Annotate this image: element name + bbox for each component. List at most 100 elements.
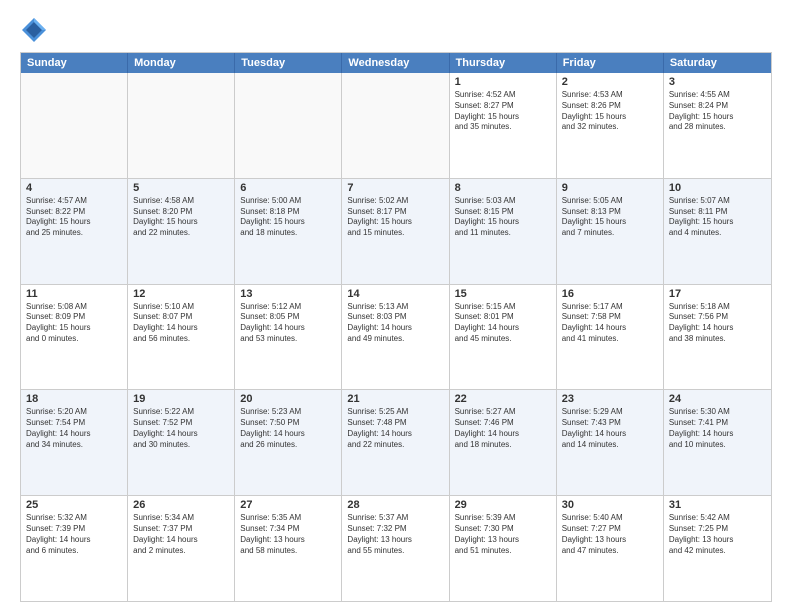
- day-number: 18: [26, 393, 122, 405]
- day-number: 17: [669, 288, 766, 300]
- day-cell-12: 12Sunrise: 5:10 AM Sunset: 8:07 PM Dayli…: [128, 285, 235, 390]
- cell-info: Sunrise: 5:05 AM Sunset: 8:13 PM Dayligh…: [562, 196, 658, 239]
- cell-info: Sunrise: 5:13 AM Sunset: 8:03 PM Dayligh…: [347, 302, 443, 345]
- cell-info: Sunrise: 4:58 AM Sunset: 8:20 PM Dayligh…: [133, 196, 229, 239]
- day-number: 27: [240, 499, 336, 511]
- day-cell-25: 25Sunrise: 5:32 AM Sunset: 7:39 PM Dayli…: [21, 496, 128, 601]
- cell-info: Sunrise: 4:55 AM Sunset: 8:24 PM Dayligh…: [669, 90, 766, 133]
- cell-info: Sunrise: 5:29 AM Sunset: 7:43 PM Dayligh…: [562, 407, 658, 450]
- cell-info: Sunrise: 5:40 AM Sunset: 7:27 PM Dayligh…: [562, 513, 658, 556]
- day-cell-14: 14 Sunrise: 5:13 AM Sunset: 8:03 PM Dayli…: [342, 285, 449, 390]
- cell-info: Sunrise: 5:22 AM Sunset: 7:52 PM Dayligh…: [133, 407, 229, 450]
- day-cell-22: 22 Sunrise: 5:27 AM Sunset: 7:46 PM Dayli…: [450, 390, 557, 495]
- cell-info: Sunrise: 5:03 AM Sunset: 8:15 PM Dayligh…: [455, 196, 551, 239]
- day-number: 31: [669, 499, 766, 511]
- header-day-wednesday: Wednesday: [342, 53, 449, 73]
- day-number: 28: [347, 499, 443, 511]
- header-day-sunday: Sunday: [21, 53, 128, 73]
- day-cell-3: 3 Sunrise: 4:55 AM Sunset: 8:24 PM Daylig…: [664, 73, 771, 178]
- cell-info: Sunrise: 5:42 AM Sunset: 7:25 PM Dayligh…: [669, 513, 766, 556]
- day-cell-27: 27 Sunrise: 5:35 AM Sunset: 7:34 PM Dayli…: [235, 496, 342, 601]
- cell-info: Sunrise: 5:02 AM Sunset: 8:17 PM Dayligh…: [347, 196, 443, 239]
- day-cell-29: 29 Sunrise: 5:39 AM Sunset: 7:30 PM Dayli…: [450, 496, 557, 601]
- day-number: 22: [455, 393, 551, 405]
- cell-info: Sunrise: 5:12 AM Sunset: 8:05 PM Dayligh…: [240, 302, 336, 345]
- day-cell-15: 15 Sunrise: 5:15 AM Sunset: 8:01 PM Dayli…: [450, 285, 557, 390]
- cell-info: Sunrise: 5:34 AM Sunset: 7:37 PM Dayligh…: [133, 513, 229, 556]
- calendar-row-0: 1 Sunrise: 4:52 AM Sunset: 8:27 PM Daylig…: [21, 73, 771, 179]
- day-number: 2: [562, 76, 658, 88]
- cell-info: Sunrise: 5:27 AM Sunset: 7:46 PM Dayligh…: [455, 407, 551, 450]
- cell-info: Sunrise: 4:53 AM Sunset: 8:26 PM Dayligh…: [562, 90, 658, 133]
- header-day-saturday: Saturday: [664, 53, 771, 73]
- calendar-row-3: 18 Sunrise: 5:20 AM Sunset: 7:54 PM Dayli…: [21, 390, 771, 496]
- day-cell-16: 16 Sunrise: 5:17 AM Sunset: 7:58 PM Dayli…: [557, 285, 664, 390]
- day-number: 30: [562, 499, 658, 511]
- day-cell-24: 24 Sunrise: 5:30 AM Sunset: 7:41 PM Dayli…: [664, 390, 771, 495]
- cell-info: Sunrise: 5:07 AM Sunset: 8:11 PM Dayligh…: [669, 196, 766, 239]
- header-day-friday: Friday: [557, 53, 664, 73]
- cell-info: Sunrise: 5:17 AM Sunset: 7:58 PM Dayligh…: [562, 302, 658, 345]
- day-cell-13: 13 Sunrise: 5:12 AM Sunset: 8:05 PM Dayli…: [235, 285, 342, 390]
- day-cell-8: 8 Sunrise: 5:03 AM Sunset: 8:15 PM Daylig…: [450, 179, 557, 284]
- day-cell-5: 5 Sunrise: 4:58 AM Sunset: 8:20 PM Daylig…: [128, 179, 235, 284]
- cell-info: Sunrise: 5:30 AM Sunset: 7:41 PM Dayligh…: [669, 407, 766, 450]
- day-cell-10: 10 Sunrise: 5:07 AM Sunset: 8:11 PM Dayli…: [664, 179, 771, 284]
- calendar: SundayMondayTuesdayWednesdayThursdayFrid…: [20, 52, 772, 602]
- empty-cell-0-2: [235, 73, 342, 178]
- day-number: 26: [133, 499, 229, 511]
- day-number: 21: [347, 393, 443, 405]
- day-cell-30: 30 Sunrise: 5:40 AM Sunset: 7:27 PM Dayli…: [557, 496, 664, 601]
- day-number: 4: [26, 182, 122, 194]
- day-number: 25: [26, 499, 122, 511]
- header-day-tuesday: Tuesday: [235, 53, 342, 73]
- day-number: 10: [669, 182, 766, 194]
- day-number: 9: [562, 182, 658, 194]
- day-number: 8: [455, 182, 551, 194]
- cell-info: Sunrise: 5:35 AM Sunset: 7:34 PM Dayligh…: [240, 513, 336, 556]
- day-number: 3: [669, 76, 766, 88]
- day-cell-7: 7Sunrise: 5:02 AM Sunset: 8:17 PM Daylig…: [342, 179, 449, 284]
- day-number: 13: [240, 288, 336, 300]
- day-cell-11: 11 Sunrise: 5:08 AM Sunset: 8:09 PM Dayli…: [21, 285, 128, 390]
- day-number: 11: [26, 288, 122, 300]
- cell-info: Sunrise: 4:57 AM Sunset: 8:22 PM Dayligh…: [26, 196, 122, 239]
- empty-cell-0-3: [342, 73, 449, 178]
- day-cell-18: 18 Sunrise: 5:20 AM Sunset: 7:54 PM Dayli…: [21, 390, 128, 495]
- header-day-monday: Monday: [128, 53, 235, 73]
- day-number: 24: [669, 393, 766, 405]
- day-number: 1: [455, 76, 551, 88]
- cell-info: Sunrise: 4:52 AM Sunset: 8:27 PM Dayligh…: [455, 90, 551, 133]
- day-cell-31: 31 Sunrise: 5:42 AM Sunset: 7:25 PM Dayli…: [664, 496, 771, 601]
- cell-info: Sunrise: 5:25 AM Sunset: 7:48 PM Dayligh…: [347, 407, 443, 450]
- cell-info: Sunrise: 5:00 AM Sunset: 8:18 PM Dayligh…: [240, 196, 336, 239]
- calendar-header: SundayMondayTuesdayWednesdayThursdayFrid…: [21, 53, 771, 73]
- day-cell-21: 21 Sunrise: 5:25 AM Sunset: 7:48 PM Dayli…: [342, 390, 449, 495]
- cell-info: Sunrise: 5:20 AM Sunset: 7:54 PM Dayligh…: [26, 407, 122, 450]
- cell-info: Sunrise: 5:37 AM Sunset: 7:32 PM Dayligh…: [347, 513, 443, 556]
- day-number: 6: [240, 182, 336, 194]
- day-cell-28: 28 Sunrise: 5:37 AM Sunset: 7:32 PM Dayli…: [342, 496, 449, 601]
- page: SundayMondayTuesdayWednesdayThursdayFrid…: [0, 0, 792, 612]
- calendar-body: 1 Sunrise: 4:52 AM Sunset: 8:27 PM Daylig…: [21, 73, 771, 601]
- day-number: 16: [562, 288, 658, 300]
- day-number: 29: [455, 499, 551, 511]
- calendar-row-1: 4 Sunrise: 4:57 AM Sunset: 8:22 PM Daylig…: [21, 179, 771, 285]
- day-number: 20: [240, 393, 336, 405]
- day-number: 15: [455, 288, 551, 300]
- empty-cell-0-0: [21, 73, 128, 178]
- day-cell-23: 23 Sunrise: 5:29 AM Sunset: 7:43 PM Dayli…: [557, 390, 664, 495]
- empty-cell-0-1: [128, 73, 235, 178]
- day-number: 23: [562, 393, 658, 405]
- logo-icon: [20, 16, 48, 44]
- cell-info: Sunrise: 5:08 AM Sunset: 8:09 PM Dayligh…: [26, 302, 122, 345]
- day-cell-1: 1 Sunrise: 4:52 AM Sunset: 8:27 PM Daylig…: [450, 73, 557, 178]
- cell-info: Sunrise: 5:15 AM Sunset: 8:01 PM Dayligh…: [455, 302, 551, 345]
- header: [20, 16, 772, 44]
- day-cell-9: 9 Sunrise: 5:05 AM Sunset: 8:13 PM Daylig…: [557, 179, 664, 284]
- day-number: 14: [347, 288, 443, 300]
- day-number: 12: [133, 288, 229, 300]
- day-number: 5: [133, 182, 229, 194]
- cell-info: Sunrise: 5:39 AM Sunset: 7:30 PM Dayligh…: [455, 513, 551, 556]
- day-number: 19: [133, 393, 229, 405]
